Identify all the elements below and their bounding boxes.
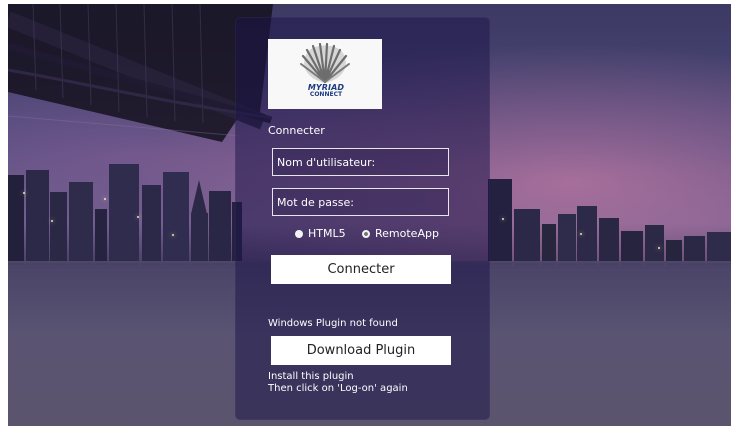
password-input[interactable]: [272, 188, 449, 216]
radio-unselected-icon[interactable]: [295, 229, 303, 238]
city-light: [51, 220, 53, 222]
download-plugin-button[interactable]: Download Plugin: [271, 336, 451, 365]
city-light: [23, 192, 25, 194]
myriad-connect-logo: MYRIAD CONNECT: [268, 39, 382, 109]
city-light: [658, 247, 660, 249]
city-light: [172, 234, 174, 236]
connect-button[interactable]: Connecter: [271, 255, 451, 284]
install-line-2: Then click on 'Log-on' again: [268, 383, 408, 394]
html5-option[interactable]: HTML5: [295, 227, 346, 240]
remoteapp-option[interactable]: RemoteApp: [362, 227, 439, 240]
login-title: Connecter: [268, 124, 325, 137]
city-light: [502, 218, 504, 220]
html5-label: HTML5: [308, 227, 346, 240]
logo-subtitle: CONNECT: [309, 91, 343, 98]
radio-selected-icon[interactable]: [362, 229, 370, 238]
city-light: [137, 216, 139, 218]
shell-logo-icon: [300, 43, 350, 84]
city-light: [104, 198, 106, 200]
remoteapp-label: RemoteApp: [375, 227, 439, 240]
username-input[interactable]: [272, 148, 449, 176]
connection-mode-group: HTML5 RemoteApp: [295, 227, 455, 243]
install-instructions: Install this plugin Then click on 'Log-o…: [268, 371, 408, 395]
login-page: MYRIAD CONNECT Connecter HTML5 RemoteApp…: [0, 0, 731, 428]
city-light: [580, 233, 582, 235]
install-line-1: Install this plugin: [268, 371, 354, 382]
plugin-status-text: Windows Plugin not found: [268, 318, 398, 329]
